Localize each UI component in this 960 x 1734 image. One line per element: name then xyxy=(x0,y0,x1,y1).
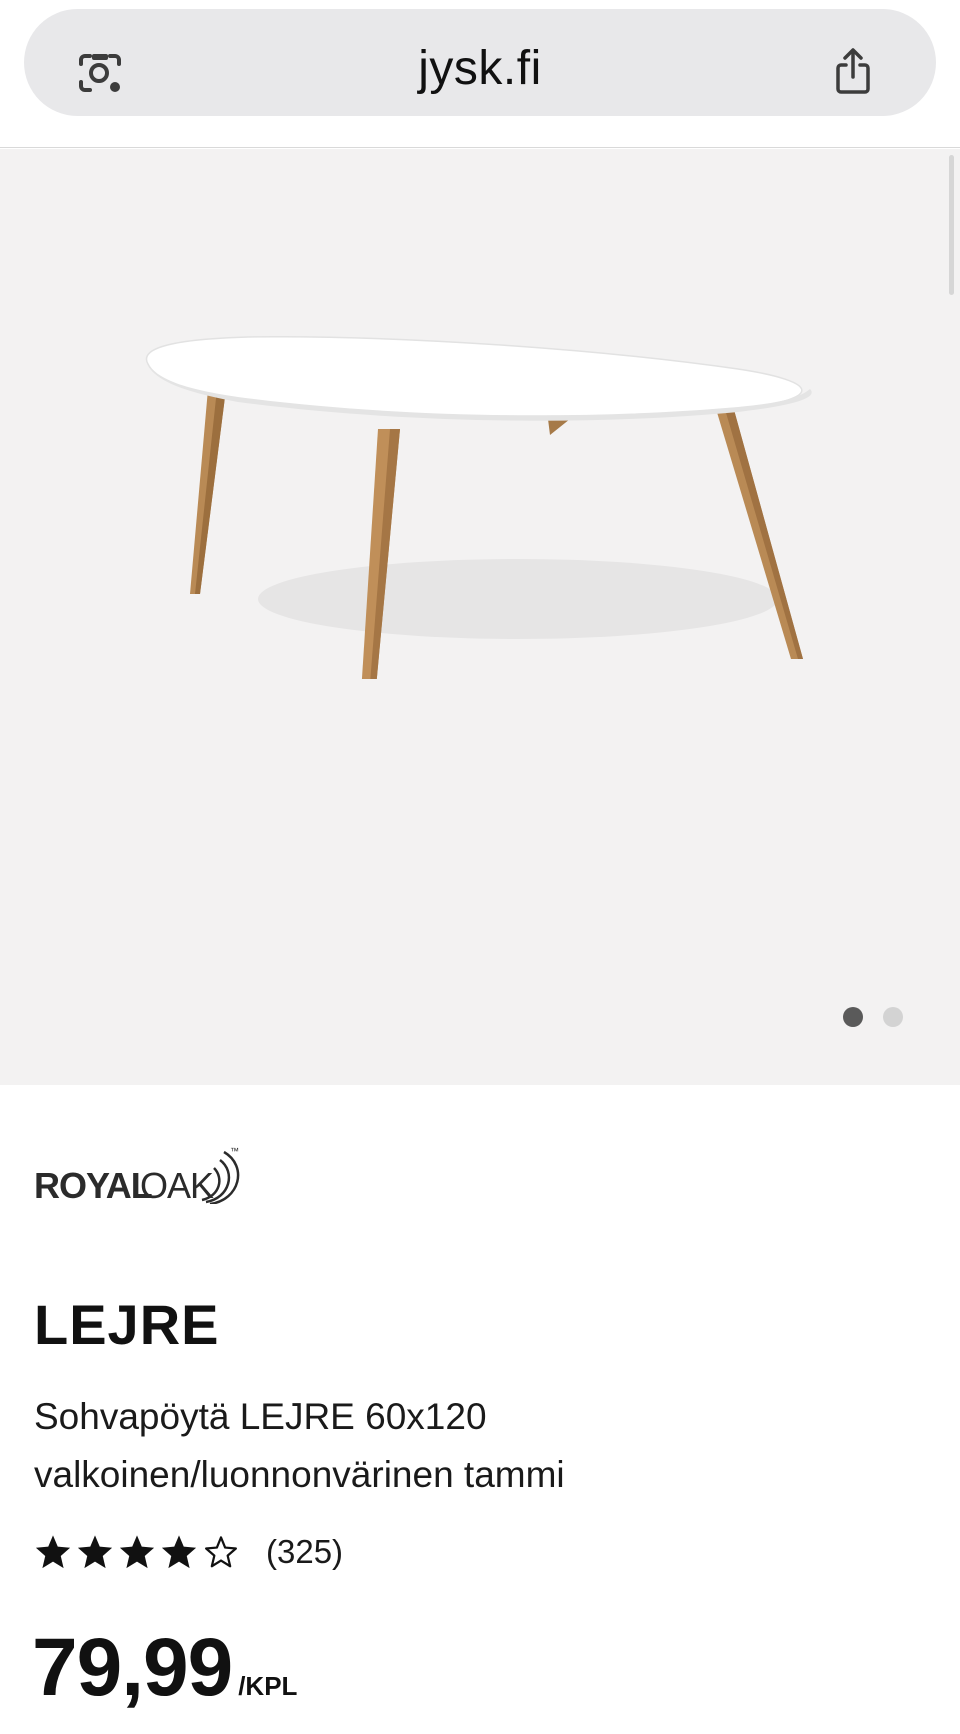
address-bar[interactable]: jysk.fi xyxy=(24,9,936,116)
star-filled-icon xyxy=(35,1535,71,1569)
product-image[interactable] xyxy=(138,239,818,679)
description-line-1: Sohvapöytä LEJRE 60x120 xyxy=(34,1396,487,1437)
price-unit: /KPL xyxy=(238,1671,298,1701)
svg-text:™: ™ xyxy=(230,1146,239,1156)
star-filled-icon xyxy=(77,1535,113,1569)
review-count[interactable]: (325) xyxy=(266,1533,343,1571)
description-line-2: valkoinen/luonnonvärinen tammi xyxy=(34,1454,565,1495)
gallery-dot-1[interactable] xyxy=(843,1007,863,1027)
rating-stars xyxy=(34,1533,240,1571)
price-value: 79,99 xyxy=(32,1622,233,1713)
price: 79,99 /KPL xyxy=(32,1620,297,1716)
star-empty-icon xyxy=(205,1536,237,1568)
svg-text:OAK: OAK xyxy=(140,1165,214,1204)
scrollbar xyxy=(949,155,954,295)
gallery-pagination xyxy=(843,1007,903,1027)
brand-logo[interactable]: ROYAL OAK ™ xyxy=(34,1138,244,1204)
product-description: Sohvapöytä LEJRE 60x120 valkoinen/luonno… xyxy=(34,1388,914,1504)
star-filled-icon xyxy=(119,1535,155,1569)
url-text[interactable]: jysk.fi xyxy=(24,39,936,99)
browser-toolbar: jysk.fi xyxy=(0,0,960,148)
product-title: LEJRE xyxy=(34,1293,220,1356)
share-icon[interactable] xyxy=(828,43,878,99)
svg-text:ROYAL: ROYAL xyxy=(34,1165,152,1204)
product-rating[interactable]: (325) xyxy=(34,1526,343,1578)
gallery-dot-2[interactable] xyxy=(883,1007,903,1027)
star-filled-icon xyxy=(161,1535,197,1569)
product-image-gallery[interactable] xyxy=(0,149,960,1085)
